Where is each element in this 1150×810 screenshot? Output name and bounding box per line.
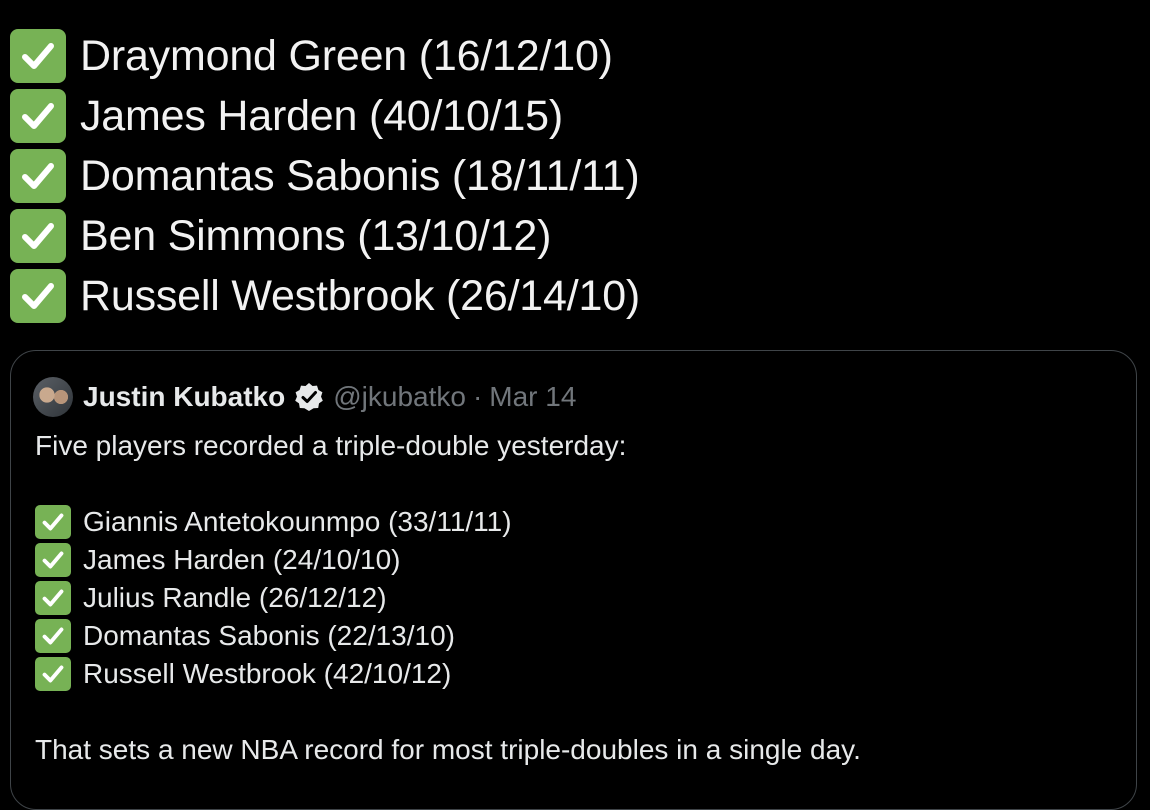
quoted-checklist-text: Giannis Antetokounmpo (33/11/11)	[83, 506, 512, 537]
quoted-tweet-body: Five players recorded a triple-double ye…	[35, 427, 1116, 769]
author-handle[interactable]: @jkubatko	[333, 381, 466, 413]
checklist-item-text: Russell Westbrook (26/14/10)	[80, 271, 641, 320]
tweet-date[interactable]: Mar 14	[489, 381, 576, 413]
separator-dot: ·	[472, 381, 483, 412]
verified-badge-icon	[295, 383, 324, 411]
tweet-intro: Five players recorded a triple-double ye…	[35, 430, 627, 461]
checklist-item-text: Ben Simmons (13/10/12)	[80, 211, 552, 260]
white-check-mark-icon	[10, 149, 66, 203]
checklist-item-text: Domantas Sabonis (18/11/11)	[80, 151, 640, 200]
checklist-item-text: James Harden (40/10/15)	[80, 91, 563, 140]
quoted-tweet-card[interactable]: Justin Kubatko @jkubatko · Mar 14 Five p…	[10, 350, 1137, 810]
white-check-mark-icon	[35, 657, 71, 691]
quoted-checklist-item: Domantas Sabonis (22/13/10)	[35, 617, 1116, 655]
tweet-closing: That sets a new NBA record for most trip…	[35, 734, 861, 765]
white-check-mark-icon	[10, 89, 66, 143]
quoted-tweet-header: Justin Kubatko @jkubatko · Mar 14	[33, 377, 576, 417]
checklist-item: Russell Westbrook (26/14/10)	[10, 266, 640, 326]
quoted-checklist-text: Julius Randle (26/12/12)	[83, 582, 387, 613]
white-check-mark-icon	[35, 619, 71, 653]
quoted-checklist-text: Domantas Sabonis (22/13/10)	[83, 620, 455, 651]
author-name[interactable]: Justin Kubatko	[83, 381, 285, 413]
checklist-item: Draymond Green (16/12/10)	[10, 26, 640, 86]
white-check-mark-icon	[35, 505, 71, 539]
white-check-mark-icon	[10, 29, 66, 83]
checklist-item: Ben Simmons (13/10/12)	[10, 206, 640, 266]
quoted-checklist-item: Giannis Antetokounmpo (33/11/11)	[35, 503, 1116, 541]
white-check-mark-icon	[35, 543, 71, 577]
checklist-item: Domantas Sabonis (18/11/11)	[10, 146, 640, 206]
white-check-mark-icon	[10, 269, 66, 323]
quoted-checklist-text: Russell Westbrook (42/10/12)	[83, 658, 452, 689]
quoted-checklist-item: James Harden (24/10/10)	[35, 541, 1116, 579]
tweet-text-checklist: Draymond Green (16/12/10) James Harden (…	[10, 26, 640, 326]
white-check-mark-icon	[35, 581, 71, 615]
quoted-checklist-item: Julius Randle (26/12/12)	[35, 579, 1116, 617]
checklist-item-text: Draymond Green (16/12/10)	[80, 31, 613, 80]
checklist-item: James Harden (40/10/15)	[10, 86, 640, 146]
author-avatar[interactable]	[33, 377, 73, 417]
quoted-checklist-item: Russell Westbrook (42/10/12)	[35, 655, 1116, 693]
quoted-checklist-text: James Harden (24/10/10)	[83, 544, 401, 575]
white-check-mark-icon	[10, 209, 66, 263]
